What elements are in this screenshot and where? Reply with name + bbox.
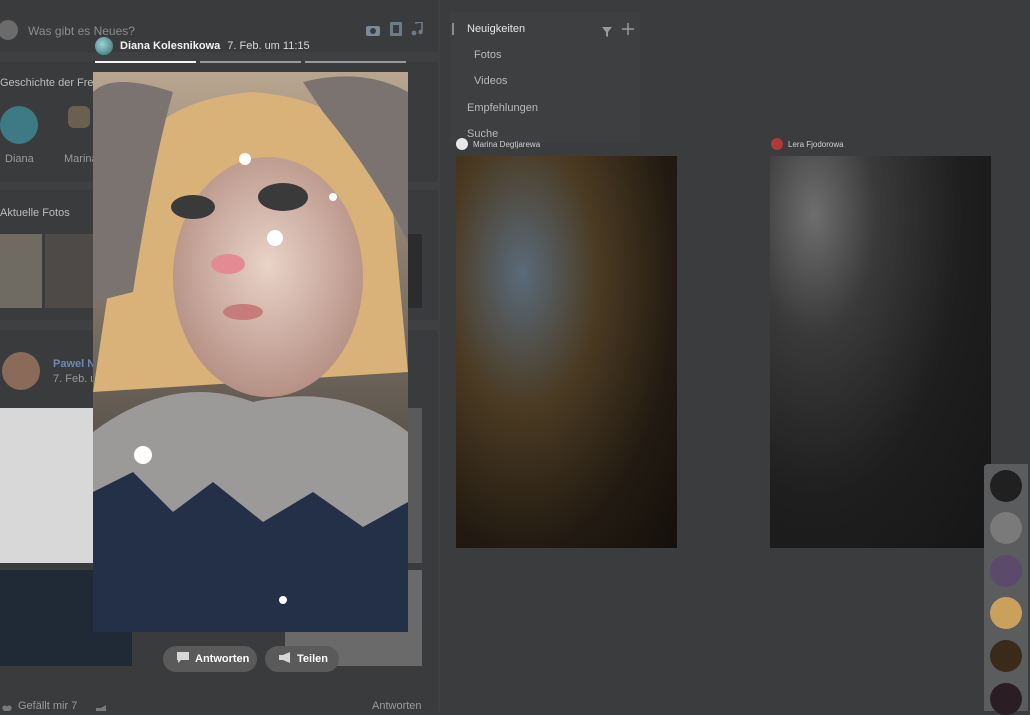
megaphone-icon — [279, 652, 291, 666]
share-label: Teilen — [297, 653, 328, 665]
photo-thumb[interactable] — [45, 234, 93, 308]
comment-icon — [177, 652, 189, 666]
story-progress-segment — [305, 61, 406, 63]
like-label: Gefällt mir — [18, 700, 69, 711]
section-title: Aktuelle Fotos — [0, 207, 70, 219]
friend-avatar[interactable] — [990, 470, 1022, 502]
story-progress-fill — [95, 61, 196, 63]
story-author[interactable]: Diana Kolesnikowa — [120, 40, 220, 52]
reply-link[interactable]: Antworten — [372, 700, 422, 711]
side-story-header: Marina Degtjarewa — [456, 138, 540, 150]
filter-icon[interactable] — [602, 24, 612, 42]
side-story-author[interactable]: Lera Fjodorowa — [788, 140, 844, 149]
story-avatar-diana[interactable] — [0, 106, 38, 144]
story-image[interactable] — [93, 72, 408, 632]
friend-avatar[interactable] — [990, 512, 1022, 544]
user-avatar[interactable] — [0, 20, 18, 40]
like-icon[interactable] — [2, 701, 12, 711]
post-author-avatar[interactable] — [2, 352, 40, 390]
story-header: Diana Kolesnikowa 7. Feb. um 11:15 — [95, 33, 310, 59]
story-avatar-marina[interactable] — [68, 106, 90, 128]
side-story-avatar[interactable] — [456, 138, 468, 150]
story-time: 7. Feb. um 11:15 — [227, 40, 310, 52]
menu-item-recommendations[interactable]: Empfehlungen — [467, 102, 538, 114]
like-count: 7 — [71, 700, 78, 711]
reply-button[interactable]: Antworten — [163, 646, 257, 672]
post-image[interactable] — [408, 408, 422, 563]
side-story-preview[interactable] — [770, 156, 991, 548]
feed-filter-menu: Neuigkeiten Fotos Videos Empfehlungen Su… — [450, 12, 640, 142]
friends-rail — [984, 464, 1028, 715]
post-date[interactable]: 7. Feb. u — [53, 373, 96, 385]
share-button[interactable]: Teilen — [265, 646, 339, 672]
section-title: Geschichte der Freu — [0, 77, 100, 89]
friend-avatar[interactable] — [990, 555, 1022, 587]
friend-avatar[interactable] — [990, 683, 1022, 715]
story-name: Diana — [5, 153, 34, 165]
photo-thumb[interactable] — [0, 234, 42, 308]
friend-avatar[interactable] — [990, 597, 1022, 629]
side-story-header: Lera Fjodorowa — [771, 138, 844, 150]
post-image[interactable] — [0, 408, 95, 563]
like-button[interactable]: Gefällt mir 7 — [18, 700, 77, 711]
menu-item-videos[interactable]: Videos — [474, 75, 507, 87]
story-author-avatar[interactable] — [95, 37, 113, 55]
story-progress-segment — [200, 61, 301, 63]
post-author[interactable]: Pawel N — [53, 358, 95, 370]
side-story-avatar[interactable] — [771, 138, 783, 150]
add-icon[interactable] — [622, 22, 634, 40]
photo-thumb[interactable] — [408, 234, 422, 308]
camera-icon[interactable] — [366, 23, 380, 41]
music-icon[interactable] — [411, 21, 423, 41]
story-progress-segment — [95, 61, 196, 63]
friend-avatar[interactable] — [990, 640, 1022, 672]
reply-label: Antworten — [195, 653, 250, 665]
video-icon[interactable] — [390, 22, 402, 41]
menu-item-photos[interactable]: Fotos — [474, 49, 502, 61]
side-story-author[interactable]: Marina Degtjarewa — [473, 140, 540, 149]
menu-item-news[interactable]: Neuigkeiten — [452, 23, 525, 35]
side-story-preview[interactable] — [456, 156, 677, 548]
share-icon[interactable] — [96, 701, 107, 711]
